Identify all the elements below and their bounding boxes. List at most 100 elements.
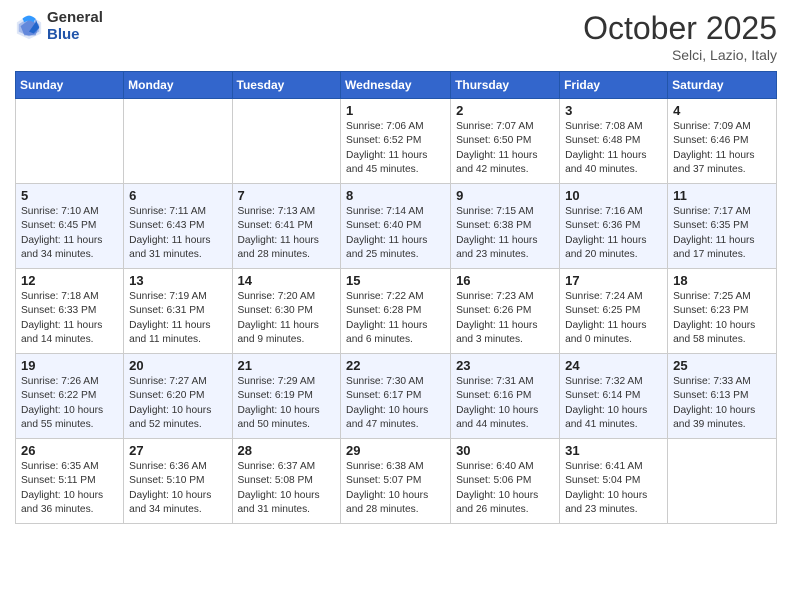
table-row: 30 Sunrise: 6:40 AMSunset: 5:06 PMDayligh… (451, 439, 560, 524)
calendar-table: Sunday Monday Tuesday Wednesday Thursday… (15, 71, 777, 524)
day-info: Sunrise: 7:24 AMSunset: 6:25 PMDaylight:… (565, 290, 662, 347)
table-row: 13 Sunrise: 7:19 AMSunset: 6:31 PMDayligh… (124, 269, 232, 354)
day-info: Sunrise: 7:17 AMSunset: 6:35 PMDaylight:… (673, 205, 771, 262)
day-number: 6 (129, 188, 226, 203)
day-info: Sunrise: 6:35 AMSunset: 5:11 PMDaylight:… (21, 460, 118, 517)
day-info: Sunrise: 7:06 AMSunset: 6:52 PMDaylight:… (346, 120, 445, 177)
day-info: Sunrise: 7:23 AMSunset: 6:26 PMDaylight:… (456, 290, 554, 347)
day-info: Sunrise: 6:41 AMSunset: 5:04 PMDaylight:… (565, 460, 662, 517)
day-number: 16 (456, 273, 554, 288)
calendar-week-row: 5 Sunrise: 7:10 AMSunset: 6:45 PMDaylight… (16, 184, 777, 269)
table-row (232, 99, 341, 184)
day-number: 14 (238, 273, 336, 288)
page: General Blue October 2025 Selci, Lazio, … (0, 0, 792, 612)
month-title: October 2025 (583, 10, 777, 47)
table-row: 15 Sunrise: 7:22 AMSunset: 6:28 PMDayligh… (341, 269, 451, 354)
table-row (668, 439, 777, 524)
day-info: Sunrise: 7:22 AMSunset: 6:28 PMDaylight:… (346, 290, 445, 347)
logo-blue: Blue (47, 27, 103, 44)
day-number: 11 (673, 188, 771, 203)
day-info: Sunrise: 7:30 AMSunset: 6:17 PMDaylight:… (346, 375, 445, 432)
table-row: 25Sunrise: 7:33 AMSunset: 6:13 PMDayligh… (668, 354, 777, 439)
day-number: 23 (456, 358, 554, 373)
table-row: 16 Sunrise: 7:23 AMSunset: 6:26 PMDayligh… (451, 269, 560, 354)
table-row: 31 Sunrise: 6:41 AMSunset: 5:04 PMDayligh… (560, 439, 668, 524)
table-row: 3 Sunrise: 7:08 AMSunset: 6:48 PMDaylight… (560, 99, 668, 184)
calendar-week-row: 19 Sunrise: 7:26 AMSunset: 6:22 PMDayligh… (16, 354, 777, 439)
day-number: 2 (456, 103, 554, 118)
day-info: Sunrise: 7:26 AMSunset: 6:22 PMDaylight:… (21, 375, 118, 432)
day-info: Sunrise: 7:16 AMSunset: 6:36 PMDaylight:… (565, 205, 662, 262)
table-row: 28Sunrise: 6:37 AMSunset: 5:08 PMDayligh… (232, 439, 341, 524)
logo-text: General Blue (47, 10, 103, 43)
day-info: Sunrise: 7:08 AMSunset: 6:48 PMDaylight:… (565, 120, 662, 177)
day-number: 13 (129, 273, 226, 288)
table-row: 24 Sunrise: 7:32 AMSunset: 6:14 PMDayligh… (560, 354, 668, 439)
table-row: 11 Sunrise: 7:17 AMSunset: 6:35 PMDayligh… (668, 184, 777, 269)
day-info: Sunrise: 7:19 AMSunset: 6:31 PMDaylight:… (129, 290, 226, 347)
table-row: 6 Sunrise: 7:11 AMSunset: 6:43 PMDaylight… (124, 184, 232, 269)
day-info: Sunrise: 7:10 AMSunset: 6:45 PMDaylight:… (21, 205, 118, 262)
calendar-header-row: Sunday Monday Tuesday Wednesday Thursday… (16, 72, 777, 99)
day-info: Sunrise: 7:09 AMSunset: 6:46 PMDaylight:… (673, 120, 771, 177)
day-number: 31 (565, 443, 662, 458)
table-row: 17Sunrise: 7:24 AMSunset: 6:25 PMDayligh… (560, 269, 668, 354)
day-number: 24 (565, 358, 662, 373)
col-sunday: Sunday (16, 72, 124, 99)
day-info: Sunrise: 7:20 AMSunset: 6:30 PMDaylight:… (238, 290, 336, 347)
day-number: 22 (346, 358, 445, 373)
col-wednesday: Wednesday (341, 72, 451, 99)
day-info: Sunrise: 7:13 AMSunset: 6:41 PMDaylight:… (238, 205, 336, 262)
col-monday: Monday (124, 72, 232, 99)
day-number: 1 (346, 103, 445, 118)
day-number: 15 (346, 273, 445, 288)
col-thursday: Thursday (451, 72, 560, 99)
day-info: Sunrise: 7:18 AMSunset: 6:33 PMDaylight:… (21, 290, 118, 347)
title-area: October 2025 Selci, Lazio, Italy (583, 10, 777, 63)
calendar-week-row: 12 Sunrise: 7:18 AMSunset: 6:33 PMDayligh… (16, 269, 777, 354)
table-row: 7 Sunrise: 7:13 AMSunset: 6:41 PMDaylight… (232, 184, 341, 269)
day-number: 20 (129, 358, 226, 373)
table-row: 1 Sunrise: 7:06 AMSunset: 6:52 PMDaylight… (341, 99, 451, 184)
table-row: 12 Sunrise: 7:18 AMSunset: 6:33 PMDayligh… (16, 269, 124, 354)
table-row: 10 Sunrise: 7:16 AMSunset: 6:36 PMDayligh… (560, 184, 668, 269)
day-info: Sunrise: 7:11 AMSunset: 6:43 PMDaylight:… (129, 205, 226, 262)
day-info: Sunrise: 7:14 AMSunset: 6:40 PMDaylight:… (346, 205, 445, 262)
day-info: Sunrise: 7:29 AMSunset: 6:19 PMDaylight:… (238, 375, 336, 432)
col-saturday: Saturday (668, 72, 777, 99)
table-row: 14 Sunrise: 7:20 AMSunset: 6:30 PMDayligh… (232, 269, 341, 354)
table-row: 5 Sunrise: 7:10 AMSunset: 6:45 PMDaylight… (16, 184, 124, 269)
day-number: 10 (565, 188, 662, 203)
logo-icon (15, 13, 43, 41)
table-row: 27 Sunrise: 6:36 AMSunset: 5:10 PMDayligh… (124, 439, 232, 524)
day-info: Sunrise: 7:33 AMSunset: 6:13 PMDaylight:… (673, 375, 771, 432)
table-row: 9Sunrise: 7:15 AMSunset: 6:38 PMDaylight… (451, 184, 560, 269)
day-number: 5 (21, 188, 118, 203)
header: General Blue October 2025 Selci, Lazio, … (15, 10, 777, 63)
logo-general: General (47, 10, 103, 27)
day-number: 4 (673, 103, 771, 118)
col-tuesday: Tuesday (232, 72, 341, 99)
day-info: Sunrise: 6:40 AMSunset: 5:06 PMDaylight:… (456, 460, 554, 517)
day-info: Sunrise: 7:31 AMSunset: 6:16 PMDaylight:… (456, 375, 554, 432)
day-number: 21 (238, 358, 336, 373)
day-number: 27 (129, 443, 226, 458)
day-number: 19 (21, 358, 118, 373)
day-info: Sunrise: 7:27 AMSunset: 6:20 PMDaylight:… (129, 375, 226, 432)
table-row: 20 Sunrise: 7:27 AMSunset: 6:20 PMDayligh… (124, 354, 232, 439)
col-friday: Friday (560, 72, 668, 99)
day-number: 3 (565, 103, 662, 118)
day-number: 8 (346, 188, 445, 203)
day-number: 28 (238, 443, 336, 458)
table-row: 23 Sunrise: 7:31 AMSunset: 6:16 PMDayligh… (451, 354, 560, 439)
day-info: Sunrise: 6:36 AMSunset: 5:10 PMDaylight:… (129, 460, 226, 517)
day-info: Sunrise: 7:32 AMSunset: 6:14 PMDaylight:… (565, 375, 662, 432)
table-row: 18Sunrise: 7:25 AMSunset: 6:23 PMDayligh… (668, 269, 777, 354)
table-row: 8 Sunrise: 7:14 AMSunset: 6:40 PMDaylight… (341, 184, 451, 269)
day-number: 30 (456, 443, 554, 458)
day-info: Sunrise: 7:15 AMSunset: 6:38 PMDaylight:… (456, 205, 554, 262)
table-row (16, 99, 124, 184)
day-number: 7 (238, 188, 336, 203)
table-row: 2Sunrise: 7:07 AMSunset: 6:50 PMDaylight… (451, 99, 560, 184)
day-number: 12 (21, 273, 118, 288)
